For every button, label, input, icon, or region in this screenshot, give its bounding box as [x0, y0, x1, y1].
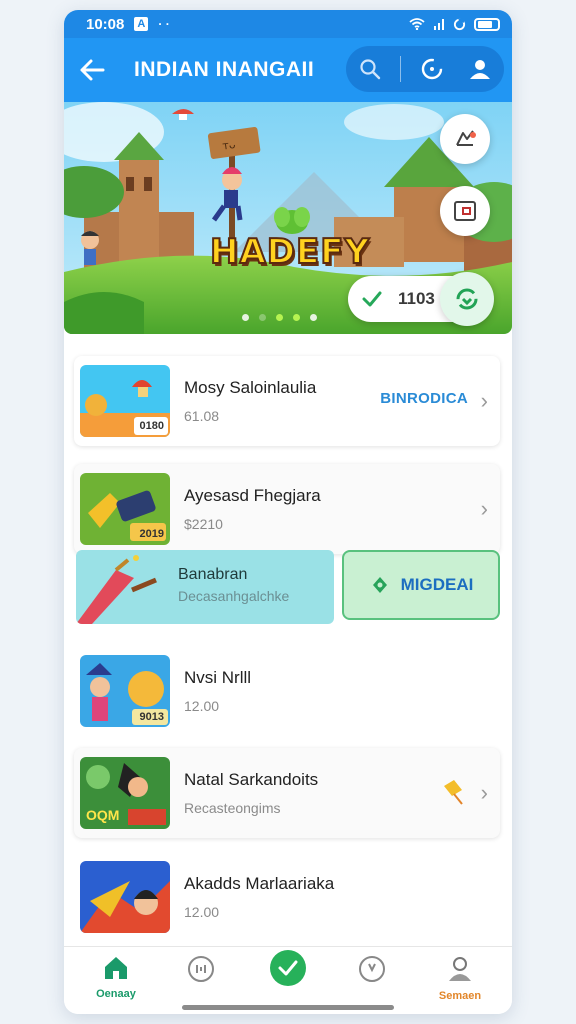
pin-icon[interactable] — [440, 776, 466, 806]
item-title: Akadds Marlaariaka — [184, 874, 335, 893]
item-title: Ayesasd Fhegjara — [184, 486, 321, 505]
nav-home[interactable]: Oenaay — [81, 955, 151, 1000]
home-icon — [105, 957, 127, 979]
user-icon — [449, 957, 471, 981]
chevron-right-icon: › — [480, 388, 488, 413]
item-title: Nvsi Nrlll — [184, 668, 252, 687]
user-icon — [469, 60, 490, 79]
battery-icon — [474, 17, 500, 31]
phone-frame: 10:08 A · · INDIAN INANGAII ᴛᴗ HADEFY 11… — [64, 10, 512, 1014]
nav-games[interactable] — [166, 955, 236, 988]
nav-home-label: Oenaay — [96, 988, 136, 1000]
list-item[interactable]: 2019 Ayesasd Fhegjara $2210 › — [74, 464, 500, 554]
item-subtitle: 12.00 — [184, 904, 220, 920]
promo-banner-card[interactable]: Banabran Decasanhgalchke — [76, 550, 334, 624]
status-bar: 10:08 A · · — [64, 10, 512, 38]
game-thumbnail: 2019 — [80, 473, 170, 545]
nav-profile[interactable]: Semaen — [425, 955, 495, 1002]
pill-count: 1103 — [398, 289, 435, 308]
carousel-dot-active[interactable] — [293, 314, 300, 321]
check-circle-icon — [270, 950, 306, 986]
carousel-dot[interactable] — [259, 314, 266, 321]
carousel-dot-active[interactable] — [276, 314, 283, 321]
timer-icon — [359, 956, 385, 982]
promo-action-button[interactable]: MIGDEAI — [342, 550, 500, 620]
list-item[interactable]: 0180 Mosy Saloinlaulia 61.08 BINRODICA › — [74, 356, 500, 446]
list-item[interactable]: 9013 Nvsi Nrlll 12.00 — [74, 646, 500, 736]
promo-artwork — [76, 555, 157, 624]
banner-game-logo: HADEFY — [209, 231, 371, 273]
account-button[interactable] — [462, 51, 498, 87]
banner-share-button[interactable] — [440, 114, 490, 164]
banner-preview-button[interactable] — [440, 186, 490, 236]
game-thumbnail: 0180 — [80, 365, 170, 437]
refresh-button[interactable] — [414, 51, 450, 87]
app-title: INDIAN INANGAII — [134, 58, 315, 81]
share-icon — [456, 130, 476, 146]
wifi-icon — [409, 18, 425, 30]
app-bar: INDIAN INANGAII — [64, 38, 512, 102]
check-icon — [362, 291, 382, 307]
featured-banner[interactable]: ᴛᴗ HADEFY 1103 — [64, 102, 512, 334]
game-thumbnail: OQM — [80, 757, 170, 829]
carousel-dots — [242, 314, 317, 321]
item-title: Mosy Saloinlaulia — [184, 378, 317, 397]
promo-title: Banabran — [178, 566, 248, 583]
thumb-badge: OQM — [86, 807, 120, 823]
item-action-link[interactable]: BINRODICA — [380, 390, 468, 407]
item-subtitle: 61.08 — [184, 408, 220, 424]
gamepad-icon — [372, 577, 387, 593]
gamepad-icon — [188, 956, 214, 982]
chevron-right-icon: › — [480, 496, 488, 521]
banner-install-pill[interactable]: 1103 — [348, 272, 494, 326]
sync-icon — [453, 18, 466, 30]
promo-subtitle: Decasanhgalchke — [178, 588, 290, 604]
status-dots: · · — [158, 17, 170, 31]
picture-in-picture-icon — [454, 201, 476, 221]
game-thumbnail — [80, 861, 170, 933]
app-bar-actions — [346, 46, 504, 92]
nav-timer[interactable] — [337, 955, 407, 988]
status-notification-badge: A — [134, 17, 149, 31]
game-thumbnail: 9013 — [80, 655, 170, 727]
search-button[interactable] — [352, 51, 388, 87]
home-indicator[interactable] — [182, 1005, 394, 1010]
arrow-left-icon — [80, 59, 105, 81]
item-subtitle: 12.00 — [184, 698, 220, 714]
status-icons — [409, 17, 500, 31]
banner-sync-button[interactable] — [440, 272, 494, 326]
nav-check[interactable] — [253, 949, 323, 992]
item-subtitle: Recasteongims — [184, 800, 281, 816]
back-button[interactable] — [72, 50, 112, 90]
item-subtitle: $2210 — [184, 516, 223, 532]
list-item[interactable]: OQM Natal Sarkandoits Recasteongims › — [74, 748, 500, 838]
bottom-navigation: Oenaay Semaen — [64, 946, 512, 1014]
carousel-dot[interactable] — [310, 314, 317, 321]
item-title: Natal Sarkandoits — [184, 770, 319, 789]
thumb-badge: 0180 — [139, 420, 164, 432]
promo-action-label: MIGDEAI — [400, 575, 474, 594]
search-icon — [360, 59, 381, 80]
signal-icon — [434, 19, 444, 30]
svg-text:ᴛᴗ: ᴛᴗ — [222, 138, 237, 153]
thumb-badge: 2019 — [139, 528, 164, 540]
carousel-dot[interactable] — [242, 314, 249, 321]
chevron-right-icon: › — [480, 780, 488, 805]
nav-profile-label: Semaen — [438, 990, 482, 1002]
thumb-badge: 9013 — [139, 711, 164, 723]
sync-icon — [456, 288, 478, 310]
actions-divider — [400, 56, 402, 82]
game-thumbnail-art — [80, 861, 170, 933]
refresh-icon — [421, 58, 442, 80]
status-time: 10:08 — [86, 15, 125, 33]
list-item[interactable]: Akadds Marlaariaka 12.00 — [74, 852, 500, 942]
